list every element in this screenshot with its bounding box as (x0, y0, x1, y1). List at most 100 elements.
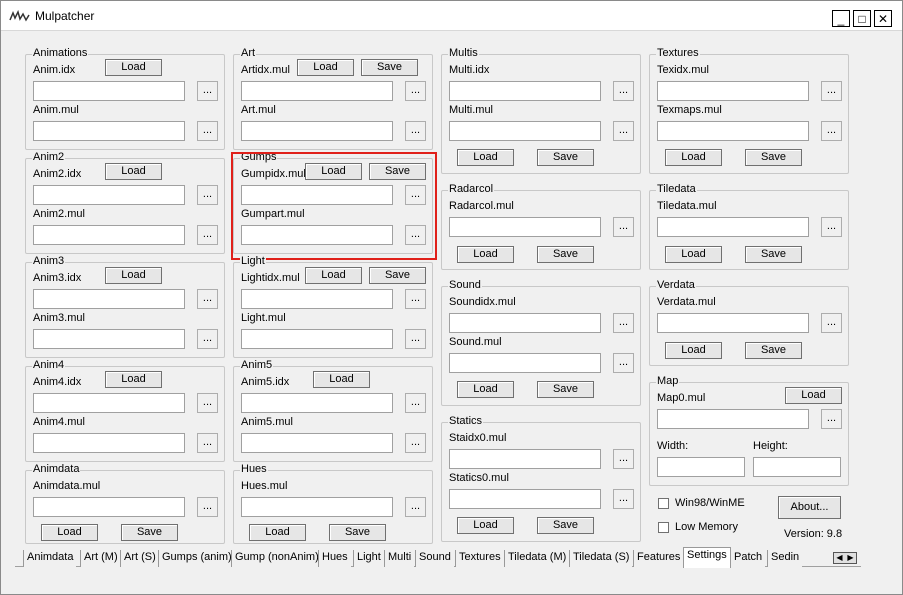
artidx-field[interactable] (241, 81, 393, 101)
light-save-button[interactable]: Save (369, 267, 426, 284)
texidx-browse-button[interactable]: ... (821, 81, 842, 101)
animdata-mul-field[interactable] (33, 497, 185, 517)
tab-sound[interactable]: Sound (415, 550, 454, 567)
sound-mul-field[interactable] (449, 353, 601, 373)
map0-field[interactable] (657, 409, 809, 429)
light-mul-browse-button[interactable]: ... (405, 329, 426, 349)
anim3-load-button[interactable]: Load (105, 267, 162, 284)
animdata-save-button[interactable]: Save (121, 524, 178, 541)
statics-save-button[interactable]: Save (537, 517, 594, 534)
light-load-button[interactable]: Load (305, 267, 362, 284)
anim-mul-browse-button[interactable]: ... (197, 121, 218, 141)
anim5-idx-field[interactable] (241, 393, 393, 413)
anim-idx-field[interactable] (33, 81, 185, 101)
tab-tiledata-m[interactable]: Tiledata (M) (504, 550, 570, 567)
map-height-field[interactable] (753, 457, 841, 477)
verdata-browse-button[interactable]: ... (821, 313, 842, 333)
about-button[interactable]: About... (778, 496, 841, 519)
tab-gumps-anim[interactable]: Gumps (anim) (158, 550, 235, 567)
win98-checkbox[interactable] (658, 498, 669, 509)
texmaps-field[interactable] (657, 121, 809, 141)
soundidx-browse-button[interactable]: ... (613, 313, 634, 333)
minimize-button[interactable]: _ (832, 10, 850, 27)
animdata-load-button[interactable]: Load (41, 524, 98, 541)
hues-browse-button[interactable]: ... (405, 497, 426, 517)
multis-load-button[interactable]: Load (457, 149, 514, 166)
tab-gump-nonanim[interactable]: Gump (nonAnim) (231, 550, 322, 567)
anim-mul-field[interactable] (33, 121, 185, 141)
tab-animdata[interactable]: Animdata (23, 550, 77, 567)
tab-tiledata-s[interactable]: Tiledata (S) (569, 550, 633, 567)
low-memory-checkbox[interactable] (658, 522, 669, 533)
anim4-load-button[interactable]: Load (105, 371, 162, 388)
anim3-mul-field[interactable] (33, 329, 185, 349)
maximize-button[interactable]: □ (853, 10, 871, 27)
anim3-idx-browse-button[interactable]: ... (197, 289, 218, 309)
art-mul-browse-button[interactable]: ... (405, 121, 426, 141)
anim5-mul-browse-button[interactable]: ... (405, 433, 426, 453)
scroll-right-icon[interactable]: ▶ (845, 553, 856, 563)
anim2-mul-field[interactable] (33, 225, 185, 245)
tiledata-save-button[interactable]: Save (745, 246, 802, 263)
anim4-idx-field[interactable] (33, 393, 185, 413)
verdata-save-button[interactable]: Save (745, 342, 802, 359)
anim3-idx-field[interactable] (33, 289, 185, 309)
anim4-mul-field[interactable] (33, 433, 185, 453)
tab-settings[interactable]: Settings (683, 547, 731, 568)
tab-textures[interactable]: Textures (455, 550, 504, 567)
anim2-mul-browse-button[interactable]: ... (197, 225, 218, 245)
anim4-mul-browse-button[interactable]: ... (197, 433, 218, 453)
staidx0-browse-button[interactable]: ... (613, 449, 634, 469)
sound-load-button[interactable]: Load (457, 381, 514, 398)
art-save-button[interactable]: Save (361, 59, 418, 76)
statics-load-button[interactable]: Load (457, 517, 514, 534)
sound-save-button[interactable]: Save (537, 381, 594, 398)
map-load-button[interactable]: Load (785, 387, 842, 404)
staidx0-field[interactable] (449, 449, 601, 469)
multi-idx-field[interactable] (449, 81, 601, 101)
anim3-mul-browse-button[interactable]: ... (197, 329, 218, 349)
tiledata-load-button[interactable]: Load (665, 246, 722, 263)
texmaps-browse-button[interactable]: ... (821, 121, 842, 141)
tiledata-browse-button[interactable]: ... (821, 217, 842, 237)
tab-art-m[interactable]: Art (M) (80, 550, 121, 567)
soundidx-field[interactable] (449, 313, 601, 333)
animdata-browse-button[interactable]: ... (197, 497, 218, 517)
anim5-mul-field[interactable] (241, 433, 393, 453)
art-load-button[interactable]: Load (297, 59, 354, 76)
tab-patch[interactable]: Patch (730, 550, 766, 567)
multi-idx-browse-button[interactable]: ... (613, 81, 634, 101)
map0-browse-button[interactable]: ... (821, 409, 842, 429)
anim4-idx-browse-button[interactable]: ... (197, 393, 218, 413)
texidx-field[interactable] (657, 81, 809, 101)
anim5-load-button[interactable]: Load (313, 371, 370, 388)
tab-hues[interactable]: Hues (318, 550, 351, 567)
animations-load-button[interactable]: Load (105, 59, 162, 76)
tiledata-mul-field[interactable] (657, 217, 809, 237)
multi-mul-browse-button[interactable]: ... (613, 121, 634, 141)
anim-idx-browse-button[interactable]: ... (197, 81, 218, 101)
artidx-browse-button[interactable]: ... (405, 81, 426, 101)
verdata-load-button[interactable]: Load (665, 342, 722, 359)
close-button[interactable]: ✕ (874, 10, 892, 27)
multis-save-button[interactable]: Save (537, 149, 594, 166)
tab-features[interactable]: Features (633, 550, 684, 567)
verdata-mul-field[interactable] (657, 313, 809, 333)
anim2-idx-field[interactable] (33, 185, 185, 205)
tab-sedin[interactable]: Sedin (767, 550, 803, 567)
anim2-idx-browse-button[interactable]: ... (197, 185, 218, 205)
art-mul-field[interactable] (241, 121, 393, 141)
hues-mul-field[interactable] (241, 497, 393, 517)
scroll-left-icon[interactable]: ◀ (834, 553, 845, 563)
radarcol-mul-field[interactable] (449, 217, 601, 237)
radarcol-load-button[interactable]: Load (457, 246, 514, 263)
tab-multi[interactable]: Multi (384, 550, 415, 567)
anim5-idx-browse-button[interactable]: ... (405, 393, 426, 413)
multi-mul-field[interactable] (449, 121, 601, 141)
tab-light[interactable]: Light (353, 550, 384, 567)
lightidx-browse-button[interactable]: ... (405, 289, 426, 309)
textures-save-button[interactable]: Save (745, 149, 802, 166)
tab-art-s[interactable]: Art (S) (120, 550, 159, 567)
radarcol-save-button[interactable]: Save (537, 246, 594, 263)
lightidx-field[interactable] (241, 289, 393, 309)
